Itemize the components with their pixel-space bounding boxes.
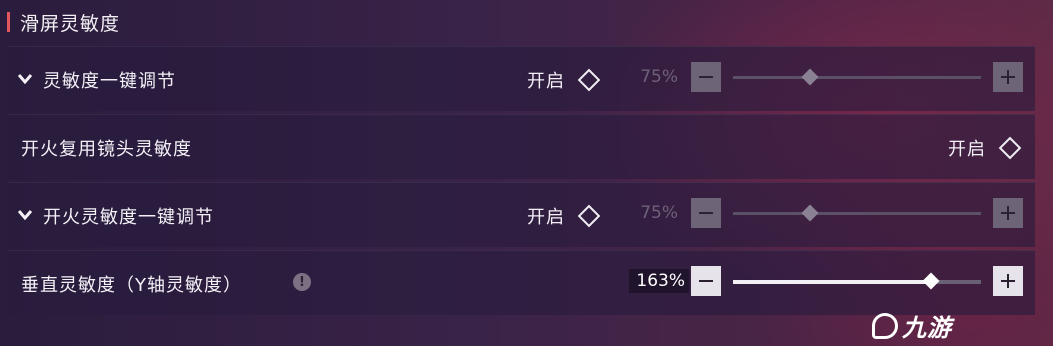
value-readout: 75% <box>640 203 678 223</box>
increase-button[interactable] <box>993 266 1023 296</box>
row-label: 开火灵敏度一键调节 <box>43 207 214 228</box>
toggle-fire-reuse-camera[interactable]: 开启 <box>948 135 1022 161</box>
row-sensitivity-one-key: 灵敏度一键调节 开启 75% <box>7 46 1035 111</box>
row-fire-sensitivity-one-key: 开火灵敏度一键调节 开启 75% <box>7 182 1035 247</box>
value-readout: 163% <box>629 269 689 293</box>
row-label: 开火复用镜头灵敏度 <box>21 139 192 160</box>
slider-track[interactable] <box>733 212 981 215</box>
chevron-down-icon[interactable] <box>17 209 33 221</box>
slider-thumb[interactable] <box>801 204 819 222</box>
slider-fill <box>733 280 932 284</box>
row-label: 垂直灵敏度（Y轴灵敏度） <box>21 275 242 296</box>
row-label: 灵敏度一键调节 <box>43 71 176 92</box>
increase-button[interactable] <box>993 198 1023 228</box>
decrease-button[interactable] <box>691 198 721 228</box>
slider-thumb[interactable] <box>801 68 819 86</box>
row-vertical-sensitivity: 垂直灵敏度（Y轴灵敏度） ! 163% <box>7 250 1035 315</box>
minus-icon <box>699 280 713 282</box>
diamond-toggle-icon <box>577 68 601 92</box>
slider-track[interactable] <box>733 76 981 79</box>
section-title: 滑屏灵敏度 <box>20 13 121 35</box>
watermark: 九游 <box>872 308 952 343</box>
toggle-fire-sensitivity-one-key[interactable]: 开启 <box>527 203 601 229</box>
toggle-label: 开启 <box>527 71 565 92</box>
toggle-sensitivity-one-key[interactable]: 开启 <box>527 67 601 93</box>
minus-icon <box>699 76 713 78</box>
row-fire-reuse-camera: 开火复用镜头灵敏度 开启 <box>7 114 1035 179</box>
diamond-toggle-icon <box>577 204 601 228</box>
decrease-button[interactable] <box>691 62 721 92</box>
watermark-logo-icon <box>872 312 898 339</box>
info-icon[interactable]: ! <box>293 273 311 291</box>
slider-thumb[interactable] <box>922 272 940 290</box>
increase-button[interactable] <box>993 62 1023 92</box>
minus-icon <box>699 212 713 214</box>
toggle-label: 开启 <box>948 139 986 160</box>
watermark-text: 九游 <box>902 314 952 342</box>
section-header: 滑屏灵敏度 <box>0 0 1053 42</box>
chevron-down-icon[interactable] <box>17 73 33 85</box>
decrease-button[interactable] <box>691 266 721 296</box>
diamond-toggle-icon <box>998 136 1022 160</box>
section-accent-bar <box>7 12 10 32</box>
toggle-label: 开启 <box>527 207 565 228</box>
value-readout: 75% <box>640 67 678 87</box>
